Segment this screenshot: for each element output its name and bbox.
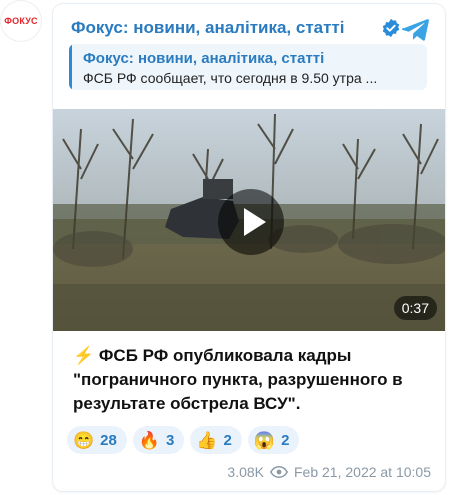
reaction-scream[interactable]: 😱 2 — [247, 426, 300, 454]
message-meta: 3.08K Feb 21, 2022 at 10:05 — [227, 464, 431, 480]
reaction-thumbs-up[interactable]: 👍 2 — [190, 426, 242, 454]
reaction-count: 2 — [223, 431, 232, 449]
quote-text: ФСБ РФ сообщает, что сегодня в 9.50 утра… — [83, 70, 378, 86]
quote-accent-bar — [69, 44, 72, 90]
telegram-icon[interactable] — [401, 14, 431, 44]
reaction-count: 3 — [166, 431, 175, 449]
reaction-count: 28 — [100, 431, 117, 449]
quote-title: Фокус: новини, аналітика, статті — [83, 50, 325, 67]
channel-title[interactable]: Фокус: новини, аналітика, статті — [71, 18, 345, 38]
video-duration: 0:37 — [393, 296, 437, 320]
reaction-grin[interactable]: 😁 28 — [67, 426, 127, 454]
video-player[interactable]: 0:37 — [53, 109, 445, 331]
view-count: 3.08K — [227, 464, 264, 480]
thumbs-up-emoji-icon: 👍 — [196, 430, 218, 450]
play-icon — [244, 208, 266, 236]
fire-emoji-icon: 🔥 — [138, 430, 161, 450]
post-text-body: ФСБ РФ опубликовала кадры "пограничного … — [73, 346, 403, 413]
reactions-bar: 😁 28 🔥 3 👍 2 😱 2 — [67, 426, 300, 454]
quoted-message[interactable]: Фокус: новини, аналітика, статті ФСБ РФ … — [69, 44, 427, 90]
verified-badge-icon — [382, 18, 400, 38]
post-date[interactable]: Feb 21, 2022 at 10:05 — [294, 464, 431, 480]
eye-icon — [270, 466, 288, 478]
channel-avatar[interactable]: ФОКУС — [0, 0, 42, 42]
grin-emoji-icon: 😁 — [73, 430, 95, 450]
lightning-icon: ⚡ — [73, 346, 95, 365]
post-text: ⚡ ФСБ РФ опубликовала кадры "пограничног… — [73, 344, 433, 416]
reaction-fire[interactable]: 🔥 3 — [132, 426, 185, 454]
message-header: Фокус: новини, аналітика, статті — [71, 14, 431, 44]
play-button[interactable] — [218, 189, 284, 255]
scream-emoji-icon: 😱 — [253, 430, 276, 450]
reaction-count: 2 — [281, 431, 290, 449]
message-card: Фокус: новини, аналітика, статті Фокус: … — [53, 4, 445, 491]
avatar-logo-text: ФОКУС — [4, 16, 38, 26]
